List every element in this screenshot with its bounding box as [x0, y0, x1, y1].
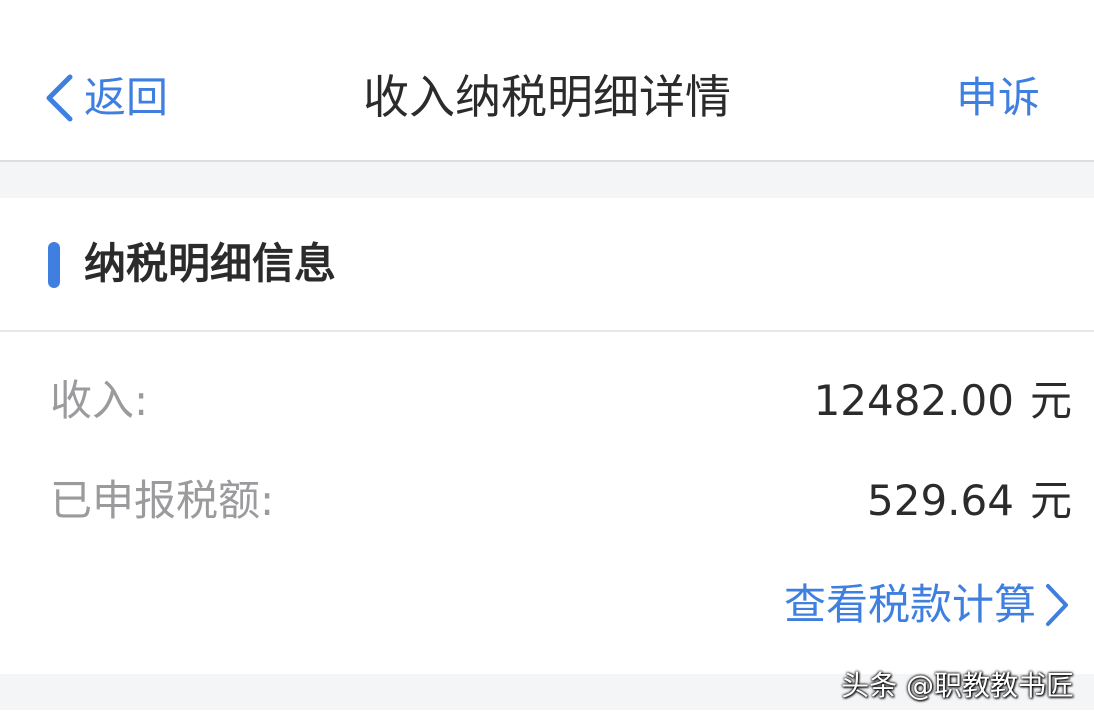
- section-accent-bar: [48, 242, 60, 288]
- declared-tax-label: 已申报税额:: [50, 476, 275, 525]
- back-button[interactable]: 返回: [44, 70, 168, 126]
- nav-bar: 返回 收入纳税明细详情 申诉: [0, 0, 1094, 162]
- income-row: 收入: 12482.00 元: [0, 366, 1094, 436]
- view-tax-calculation-label: 查看税款计算: [783, 580, 1036, 629]
- section-title: 纳税明细信息: [84, 239, 337, 288]
- declared-tax-value: 529.64 元: [867, 466, 1072, 536]
- chevron-left-icon: [46, 74, 73, 122]
- chevron-right-icon: [1046, 584, 1068, 626]
- appeal-button[interactable]: 申诉: [956, 70, 1040, 126]
- income-label: 收入:: [50, 376, 149, 425]
- income-unit: 元: [1029, 376, 1072, 425]
- declared-tax-amount: 529.64: [867, 476, 1014, 525]
- back-label: 返回: [84, 73, 169, 122]
- tax-detail-card: 纳税明细信息 收入: 12482.00 元 已申报税额: 529.64 元 查看税款…: [0, 198, 1094, 674]
- section-header: 纳税明细信息: [0, 198, 1094, 332]
- view-tax-calculation-link[interactable]: 查看税款计算: [784, 570, 1070, 640]
- declared-tax-row: 已申报税额: 529.64 元: [0, 466, 1094, 536]
- declared-tax-unit: 元: [1029, 476, 1072, 525]
- income-value: 12482.00 元: [814, 366, 1072, 436]
- next-card-edge: [0, 710, 1094, 719]
- income-amount: 12482.00: [813, 376, 1014, 425]
- watermark: 头条 @职教教书匠: [841, 669, 1074, 702]
